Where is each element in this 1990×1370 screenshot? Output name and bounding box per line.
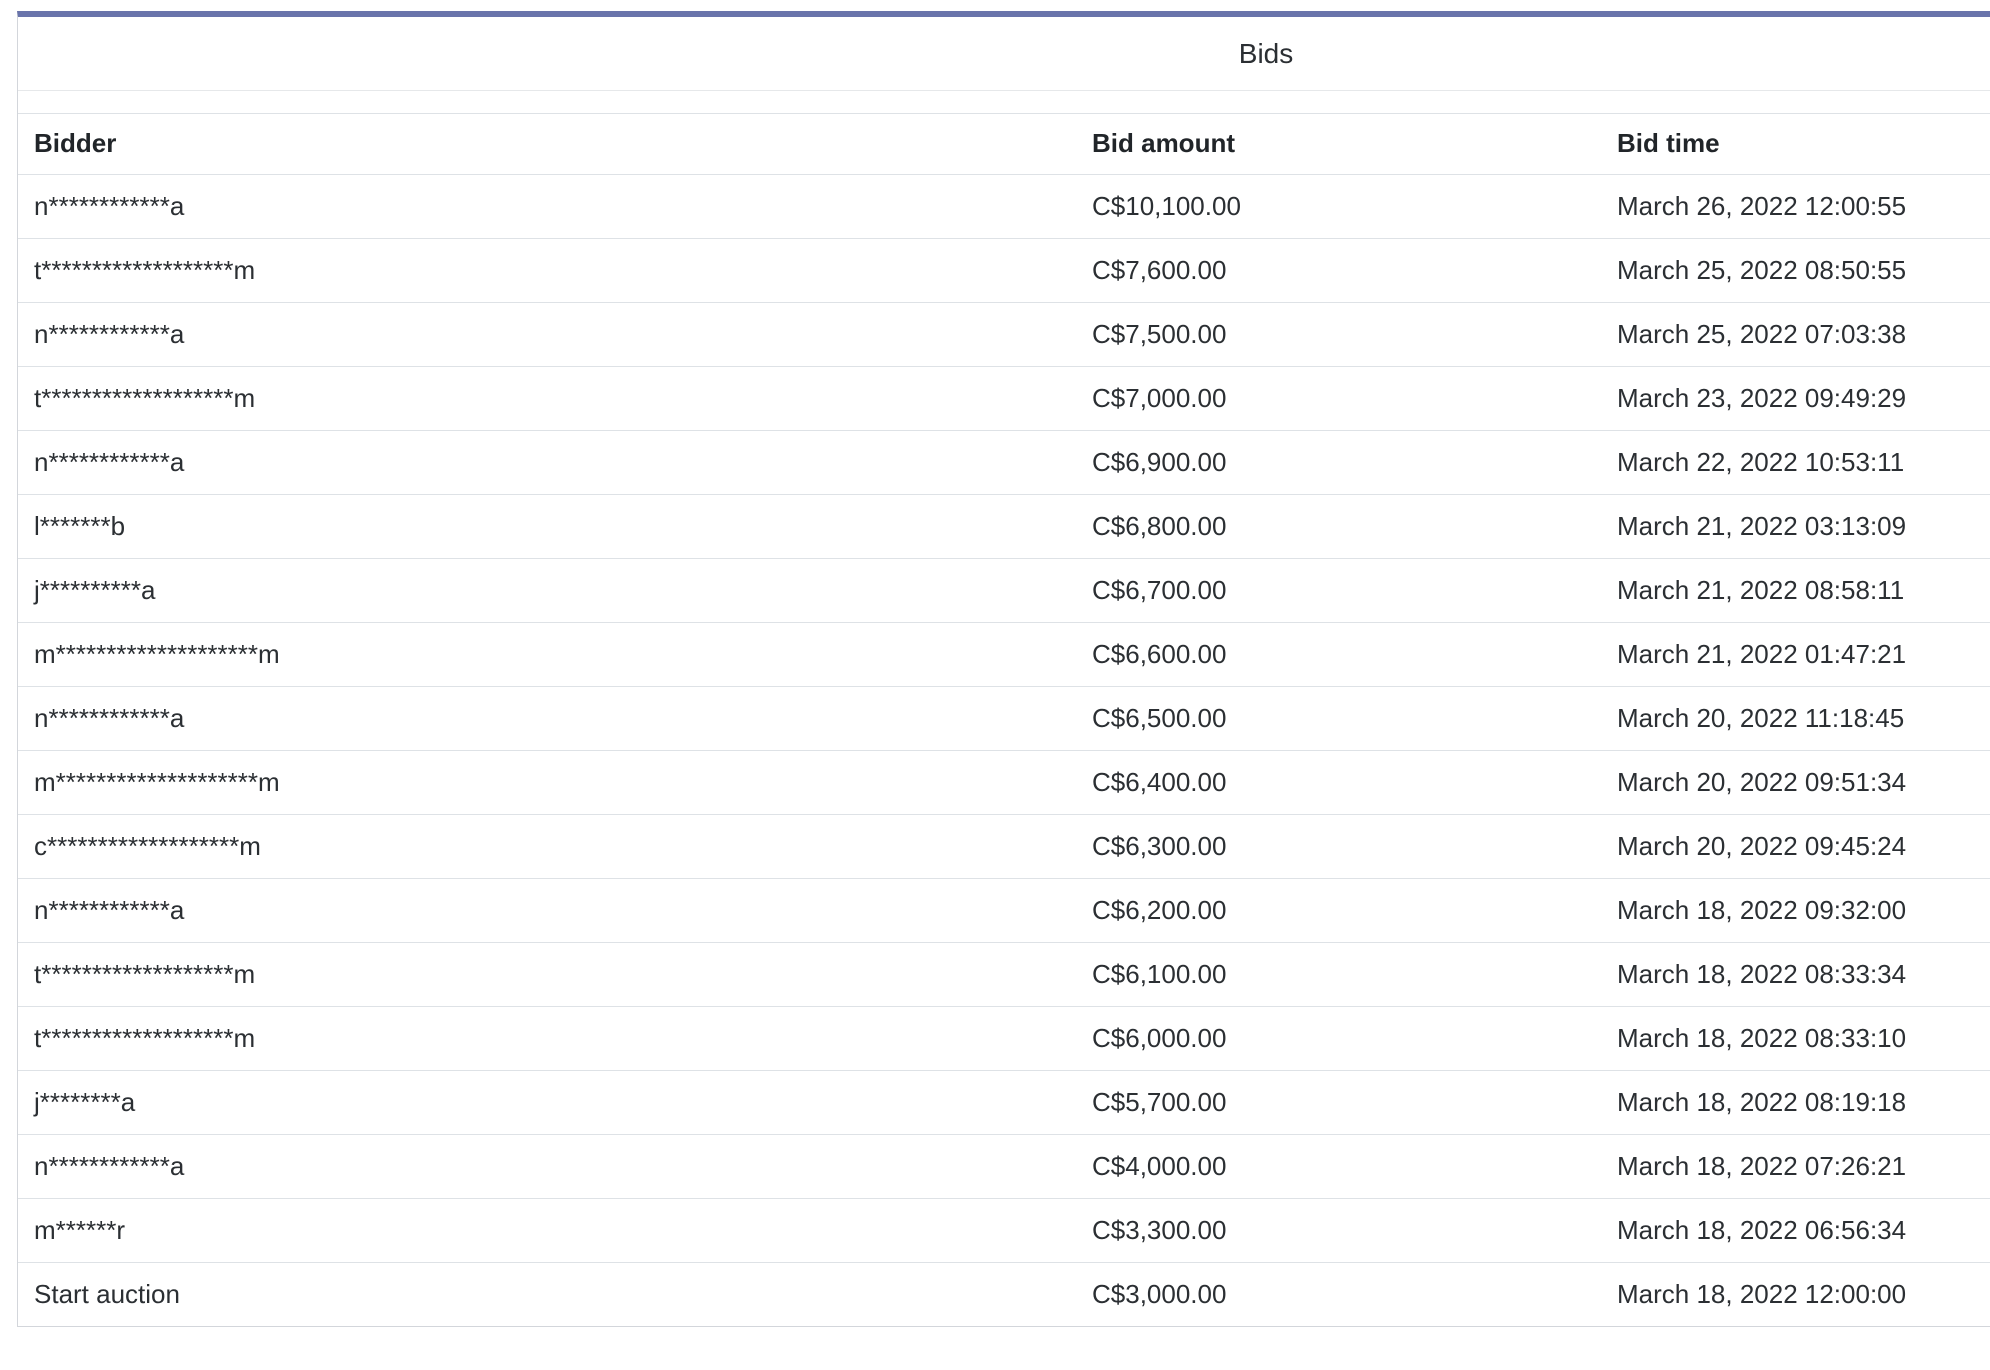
table-row: t*******************mC$6,100.00March 18,…: [18, 943, 1990, 1007]
bidder-cell: m******r: [18, 1199, 1076, 1263]
bidder-cell: m********************m: [18, 751, 1076, 815]
bid-amount-cell: C$6,300.00: [1076, 815, 1601, 879]
bid-amount-cell: C$6,700.00: [1076, 559, 1601, 623]
bidder-cell: m********************m: [18, 623, 1076, 687]
bidder-cell: c*******************m: [18, 815, 1076, 879]
bid-time-cell: March 18, 2022 07:26:21: [1601, 1135, 1990, 1199]
bidder-cell: n************a: [18, 303, 1076, 367]
bidder-cell: t*******************m: [18, 1007, 1076, 1071]
bid-amount-cell: C$6,500.00: [1076, 687, 1601, 751]
table-row: m******rC$3,300.00March 18, 2022 06:56:3…: [18, 1199, 1990, 1263]
bid-amount-cell: C$4,000.00: [1076, 1135, 1601, 1199]
bid-time-cell: March 21, 2022 08:58:11: [1601, 559, 1990, 623]
bidder-cell: j********a: [18, 1071, 1076, 1135]
bid-time-cell: March 18, 2022 09:32:00: [1601, 879, 1990, 943]
bidder-cell: n************a: [18, 879, 1076, 943]
bid-time-cell: March 20, 2022 09:45:24: [1601, 815, 1990, 879]
table-row: n************aC$10,100.00March 26, 2022 …: [18, 175, 1990, 239]
column-header-bid-amount: Bid amount: [1076, 114, 1601, 175]
bidder-cell: n************a: [18, 431, 1076, 495]
table-row: Start auctionC$3,000.00March 18, 2022 12…: [18, 1263, 1990, 1327]
bid-amount-cell: C$3,000.00: [1076, 1263, 1601, 1327]
bid-amount-cell: C$3,300.00: [1076, 1199, 1601, 1263]
bid-amount-cell: C$6,200.00: [1076, 879, 1601, 943]
bid-amount-cell: C$10,100.00: [1076, 175, 1601, 239]
bid-amount-cell: C$6,900.00: [1076, 431, 1601, 495]
bid-time-cell: March 22, 2022 10:53:11: [1601, 431, 1990, 495]
column-header-bid-time: Bid time: [1601, 114, 1990, 175]
table-spacer: [18, 91, 1990, 113]
bid-amount-cell: C$7,000.00: [1076, 367, 1601, 431]
bid-time-cell: March 18, 2022 12:00:00: [1601, 1263, 1990, 1327]
page-title: Bids: [1239, 38, 1293, 70]
bids-table: Bidder Bid amount Bid time n************…: [18, 113, 1990, 1326]
bid-time-cell: March 20, 2022 11:18:45: [1601, 687, 1990, 751]
bid-time-cell: March 18, 2022 08:33:10: [1601, 1007, 1990, 1071]
bid-amount-cell: C$6,400.00: [1076, 751, 1601, 815]
bid-time-cell: March 20, 2022 09:51:34: [1601, 751, 1990, 815]
bidder-cell: Start auction: [18, 1263, 1076, 1327]
bid-amount-cell: C$7,600.00: [1076, 239, 1601, 303]
table-row: j**********aC$6,700.00March 21, 2022 08:…: [18, 559, 1990, 623]
bid-amount-cell: C$5,700.00: [1076, 1071, 1601, 1135]
bids-card: Bids Bidder Bid amount Bid time n*******…: [17, 11, 1990, 1327]
bid-time-cell: March 26, 2022 12:00:55: [1601, 175, 1990, 239]
table-row: l*******bC$6,800.00March 21, 2022 03:13:…: [18, 495, 1990, 559]
bidder-cell: n************a: [18, 175, 1076, 239]
table-row: j********aC$5,700.00March 18, 2022 08:19…: [18, 1071, 1990, 1135]
bid-time-cell: March 21, 2022 01:47:21: [1601, 623, 1990, 687]
bid-amount-cell: C$6,100.00: [1076, 943, 1601, 1007]
table-row: t*******************mC$7,000.00March 23,…: [18, 367, 1990, 431]
table-row: t*******************mC$6,000.00March 18,…: [18, 1007, 1990, 1071]
table-row: n************aC$6,500.00March 20, 2022 1…: [18, 687, 1990, 751]
bid-time-cell: March 25, 2022 08:50:55: [1601, 239, 1990, 303]
bid-time-cell: March 18, 2022 08:33:34: [1601, 943, 1990, 1007]
bid-amount-cell: C$6,000.00: [1076, 1007, 1601, 1071]
bid-amount-cell: C$6,600.00: [1076, 623, 1601, 687]
bid-time-cell: March 25, 2022 07:03:38: [1601, 303, 1990, 367]
table-header-row: Bidder Bid amount Bid time: [18, 114, 1990, 175]
table-row: c*******************mC$6,300.00March 20,…: [18, 815, 1990, 879]
bidder-cell: t*******************m: [18, 367, 1076, 431]
table-row: m********************mC$6,400.00March 20…: [18, 751, 1990, 815]
bid-amount-cell: C$7,500.00: [1076, 303, 1601, 367]
bidder-cell: t*******************m: [18, 239, 1076, 303]
table-row: n************aC$6,900.00March 22, 2022 1…: [18, 431, 1990, 495]
bid-amount-cell: C$6,800.00: [1076, 495, 1601, 559]
card-header: Bids: [18, 17, 1990, 91]
column-header-bidder: Bidder: [18, 114, 1076, 175]
bidder-cell: l*******b: [18, 495, 1076, 559]
bid-time-cell: March 18, 2022 08:19:18: [1601, 1071, 1990, 1135]
bid-time-cell: March 18, 2022 06:56:34: [1601, 1199, 1990, 1263]
bidder-cell: n************a: [18, 687, 1076, 751]
table-row: n************aC$7,500.00March 25, 2022 0…: [18, 303, 1990, 367]
bidder-cell: n************a: [18, 1135, 1076, 1199]
table-row: m********************mC$6,600.00March 21…: [18, 623, 1990, 687]
table-row: n************aC$4,000.00March 18, 2022 0…: [18, 1135, 1990, 1199]
table-row: t*******************mC$7,600.00March 25,…: [18, 239, 1990, 303]
bid-time-cell: March 21, 2022 03:13:09: [1601, 495, 1990, 559]
table-row: n************aC$6,200.00March 18, 2022 0…: [18, 879, 1990, 943]
bidder-cell: j**********a: [18, 559, 1076, 623]
bid-time-cell: March 23, 2022 09:49:29: [1601, 367, 1990, 431]
bidder-cell: t*******************m: [18, 943, 1076, 1007]
